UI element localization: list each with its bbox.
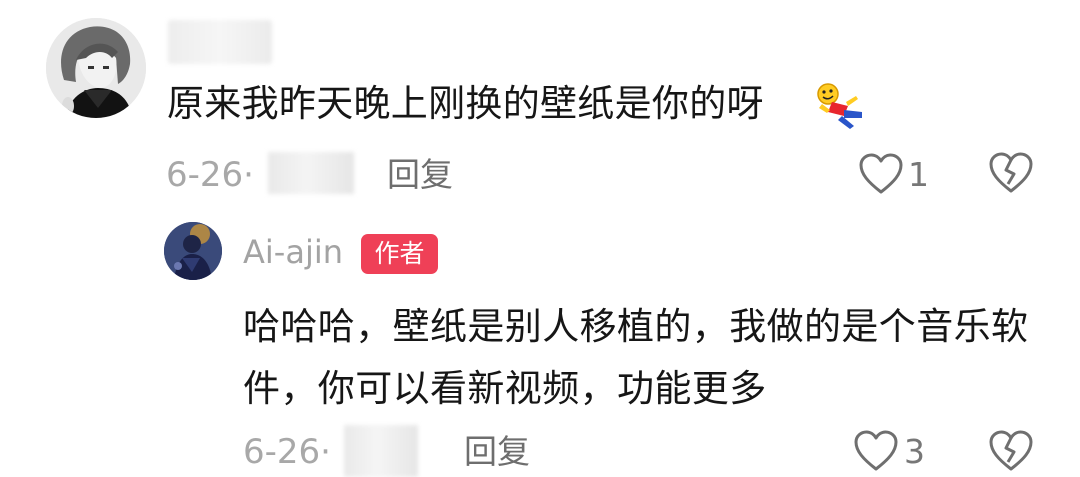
reply-date: 6-26· bbox=[243, 432, 331, 472]
location-obscured bbox=[268, 152, 354, 194]
author-name[interactable]: Ai-ajin bbox=[243, 231, 343, 273]
author-badge: 作者 bbox=[361, 234, 438, 274]
commenter-avatar[interactable] bbox=[46, 18, 146, 118]
reply-button[interactable]: 回复 bbox=[464, 430, 530, 474]
author-avatar-icon bbox=[164, 222, 222, 280]
reply-text: 哈哈哈，壁纸是别人移植的，我做的是个音乐软件，你可以看新视频，功能更多 bbox=[243, 305, 1029, 410]
comment-text: 原来我昨天晚上刚换的壁纸是你的呀 bbox=[167, 82, 764, 125]
anime-character-avatar-icon bbox=[46, 18, 146, 118]
broken-heart-icon[interactable] bbox=[988, 428, 1034, 474]
like-count: 3 bbox=[904, 432, 925, 471]
like-count: 1 bbox=[908, 155, 929, 194]
comment-date: 6-26· bbox=[166, 155, 254, 195]
heart-outline-icon[interactable] bbox=[858, 152, 904, 196]
heart-outline-icon[interactable] bbox=[853, 429, 899, 473]
falling-over-emoji-icon bbox=[814, 82, 866, 130]
broken-heart-icon[interactable] bbox=[988, 150, 1034, 196]
username-obscured bbox=[168, 20, 272, 64]
location-obscured bbox=[344, 425, 418, 477]
reply-button[interactable]: 回复 bbox=[387, 153, 453, 197]
author-avatar[interactable] bbox=[164, 222, 222, 280]
